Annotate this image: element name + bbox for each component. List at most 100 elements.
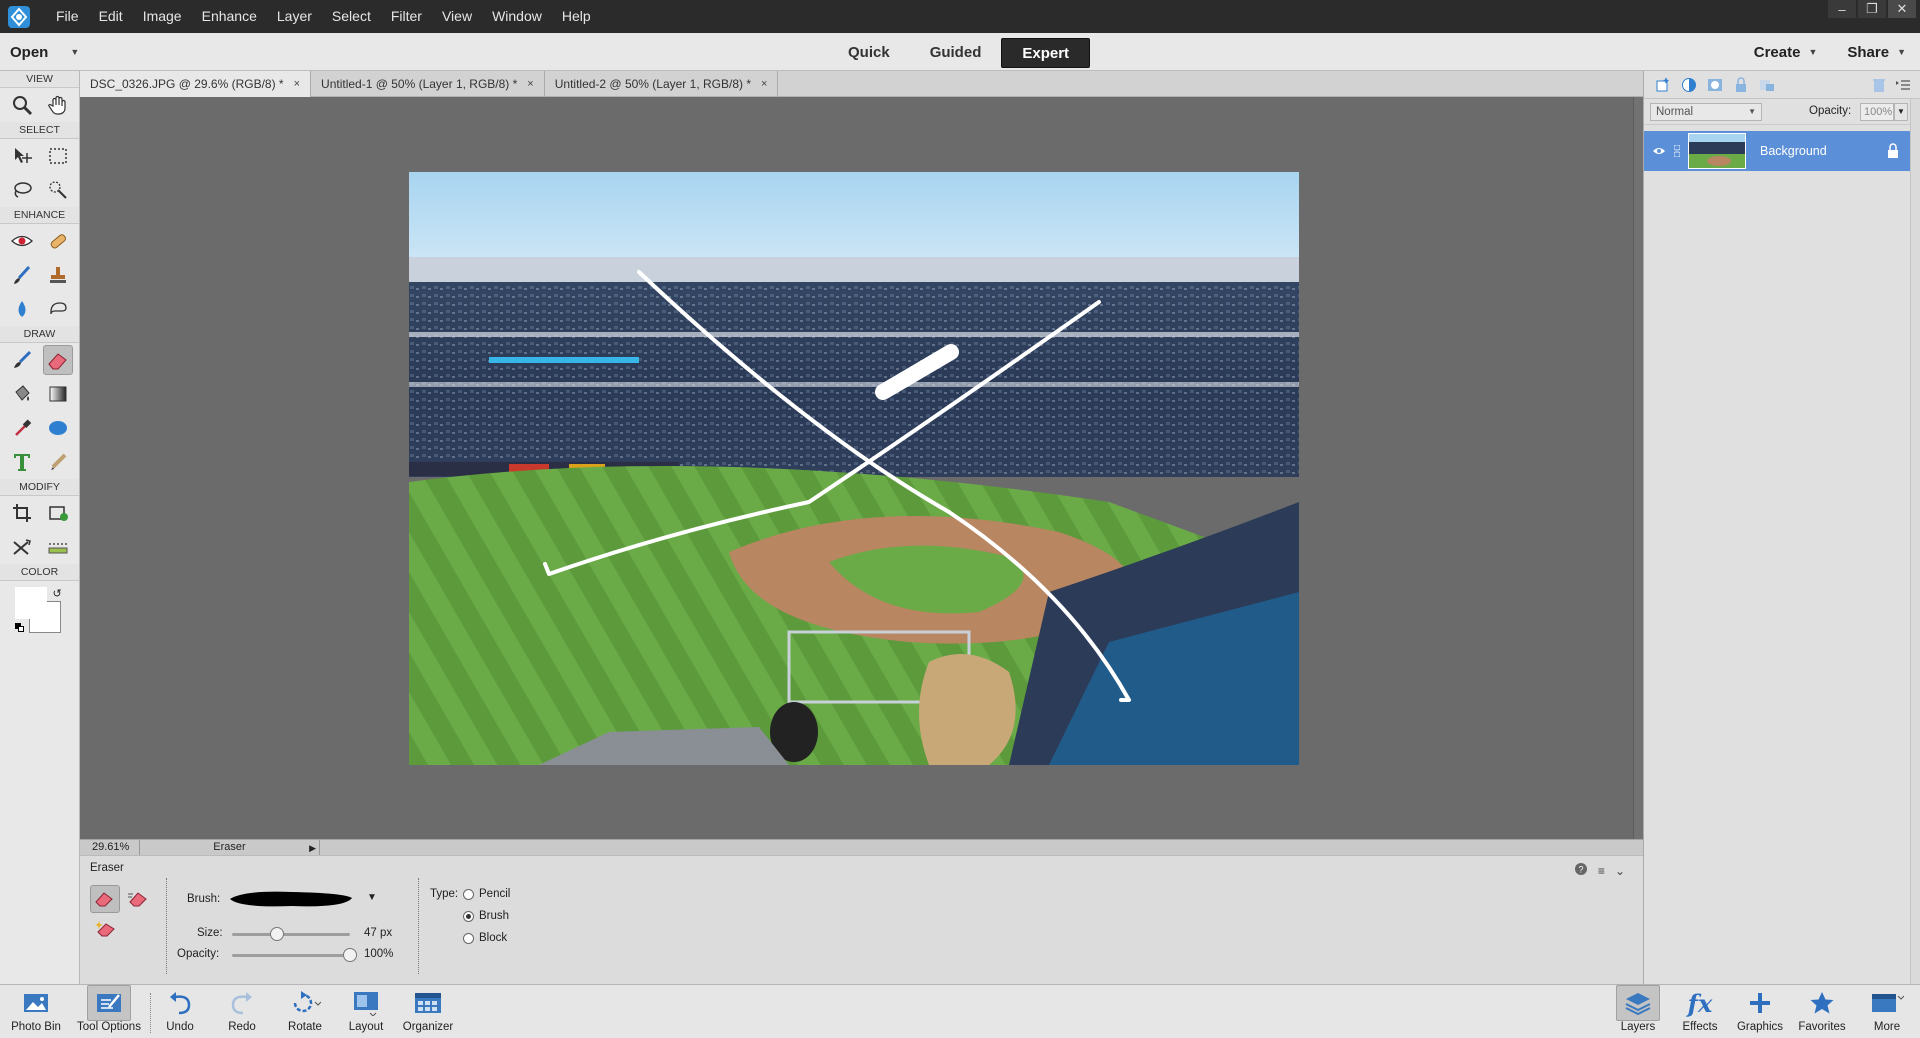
close-tab-icon[interactable]: × <box>761 71 767 97</box>
panel-menu-icon[interactable] <box>1894 76 1912 94</box>
menu-select[interactable]: Select <box>322 0 381 33</box>
minimize-button[interactable]: – <box>1828 0 1856 18</box>
blur-tool-icon[interactable] <box>7 294 37 324</box>
help-icon[interactable]: ? <box>1574 862 1588 879</box>
panel-options-icon[interactable]: ≡ <box>1598 864 1605 878</box>
organizer-button[interactable]: Organizer <box>400 985 456 1038</box>
menu-window[interactable]: Window <box>482 0 552 33</box>
redo-button[interactable]: Redo <box>222 985 262 1038</box>
size-slider[interactable] <box>232 927 350 941</box>
blend-mode-select[interactable]: Normal ▼ <box>1650 103 1762 121</box>
adjustment-layer-icon[interactable] <box>1680 76 1698 94</box>
type-brush-radio[interactable]: Brush <box>463 910 509 922</box>
paint-bucket-tool-icon[interactable] <box>7 379 37 409</box>
doc-tab-dsc0326[interactable]: DSC_0326.JPG @ 29.6% (RGB/8) * × <box>80 71 312 97</box>
lock-all-icon[interactable] <box>1732 76 1750 94</box>
sponge-tool-icon[interactable] <box>43 294 73 324</box>
radio-dot[interactable] <box>463 888 474 900</box>
tool-options-button[interactable]: Tool Options <box>72 985 146 1038</box>
content-aware-move-tool-icon[interactable] <box>7 532 37 562</box>
stadium-photo[interactable] <box>409 172 1299 765</box>
menu-layer[interactable]: Layer <box>267 0 322 33</box>
menu-image[interactable]: Image <box>133 0 192 33</box>
create-button[interactable]: Create ▼ <box>1754 44 1818 61</box>
color-swatch[interactable]: ↺ <box>14 587 65 637</box>
lock-transparent-icon[interactable] <box>1758 76 1776 94</box>
brush-tool-icon[interactable] <box>7 345 37 375</box>
doc-tab-untitled-1[interactable]: Untitled-1 @ 50% (Layer 1, RGB/8) * × <box>311 71 545 97</box>
clone-stamp-tool-icon[interactable] <box>43 260 73 290</box>
eraser-variant-icon[interactable] <box>90 885 120 913</box>
menu-edit[interactable]: Edit <box>89 0 133 33</box>
brush-picker-dropdown-icon[interactable]: ▼ <box>367 892 377 903</box>
zoom-tool-icon[interactable] <box>7 90 37 120</box>
smart-brush-tool-icon[interactable] <box>7 260 37 290</box>
tab-expert[interactable]: Expert <box>1001 38 1091 68</box>
tab-quick[interactable]: Quick <box>828 38 910 68</box>
red-eye-tool-icon[interactable] <box>7 226 37 256</box>
eye-visibility-icon[interactable] <box>1650 146 1668 156</box>
type-block-radio[interactable]: Block <box>463 932 507 944</box>
open-dropdown-icon[interactable]: ▼ <box>70 47 79 57</box>
menu-file[interactable]: File <box>46 0 89 33</box>
menu-enhance[interactable]: Enhance <box>192 0 267 33</box>
brush-preview[interactable] <box>224 886 360 912</box>
collapse-chevron-icon[interactable]: ⌄ <box>1615 864 1625 878</box>
favorites-button[interactable]: Favorites <box>1794 985 1850 1038</box>
eyedropper-tool-icon[interactable] <box>7 413 37 443</box>
undo-button[interactable]: Undo <box>160 985 200 1038</box>
background-eraser-icon[interactable] <box>122 885 152 913</box>
default-colors-icon[interactable] <box>14 623 25 633</box>
rotate-button[interactable]: Rotate <box>281 985 329 1038</box>
lasso-tool-icon[interactable] <box>7 175 37 205</box>
share-button[interactable]: Share ▼ <box>1847 44 1906 61</box>
menu-filter[interactable]: Filter <box>381 0 432 33</box>
close-tab-icon[interactable]: × <box>294 71 300 97</box>
marquee-tool-icon[interactable] <box>43 141 73 171</box>
layer-mask-icon[interactable] <box>1706 76 1724 94</box>
foreground-color-swatch[interactable] <box>14 587 47 619</box>
type-pencil-radio[interactable]: Pencil <box>463 888 510 900</box>
type-tool-icon[interactable] <box>7 447 37 477</box>
hand-tool-icon[interactable] <box>43 90 73 120</box>
delete-layer-icon[interactable] <box>1870 76 1888 94</box>
radio-dot[interactable] <box>463 932 474 944</box>
pencil-tool-icon[interactable] <box>43 447 73 477</box>
layer-link-icon[interactable] <box>1670 145 1684 157</box>
magic-eraser-icon[interactable] <box>90 914 120 942</box>
close-window-button[interactable]: ✕ <box>1888 0 1916 18</box>
new-layer-icon[interactable] <box>1654 76 1672 94</box>
layout-button[interactable]: Layout <box>345 985 387 1038</box>
effects-button[interactable]: fx Effects <box>1678 985 1722 1038</box>
layers-scrollbar[interactable] <box>1910 99 1920 984</box>
doc-tab-untitled-2[interactable]: Untitled-2 @ 50% (Layer 1, RGB/8) * × <box>545 71 779 97</box>
menu-help[interactable]: Help <box>552 0 601 33</box>
straighten-tool-icon[interactable] <box>43 532 73 562</box>
layers-button[interactable]: Layers <box>1615 985 1661 1038</box>
canvas-vertical-scrollbar[interactable] <box>1633 97 1643 839</box>
crop-tool-icon[interactable] <box>7 498 37 528</box>
radio-dot[interactable] <box>463 910 474 922</box>
close-tab-icon[interactable]: × <box>527 71 533 97</box>
zoom-level-field[interactable]: 29.61% <box>80 840 140 855</box>
opacity-slider[interactable] <box>232 948 357 962</box>
eraser-tool-icon[interactable] <box>42 345 73 375</box>
photo-bin-button[interactable]: Photo Bin <box>6 985 66 1038</box>
gradient-tool-icon[interactable] <box>43 379 73 409</box>
size-slider-thumb[interactable] <box>269 927 284 941</box>
quick-selection-tool-icon[interactable] <box>43 175 73 205</box>
recompose-tool-icon[interactable] <box>43 498 73 528</box>
tab-guided[interactable]: Guided <box>910 38 1002 68</box>
opacity-dropdown-icon[interactable]: ▼ <box>1894 103 1908 121</box>
restore-button[interactable]: ❐ <box>1858 0 1886 18</box>
more-button[interactable]: More <box>1864 985 1910 1038</box>
open-button[interactable]: Open ▼ <box>10 39 79 65</box>
status-menu-arrow-icon[interactable]: ▶ <box>309 841 316 856</box>
move-tool-icon[interactable] <box>7 141 37 171</box>
layer-lock-icon[interactable] <box>1886 143 1900 162</box>
layer-opacity-field[interactable]: 100% <box>1860 103 1894 121</box>
graphics-button[interactable]: Graphics <box>1734 985 1786 1038</box>
opacity-slider-thumb[interactable] <box>343 948 357 962</box>
spot-healing-tool-icon[interactable] <box>43 226 73 256</box>
swap-colors-icon[interactable]: ↺ <box>53 587 62 600</box>
